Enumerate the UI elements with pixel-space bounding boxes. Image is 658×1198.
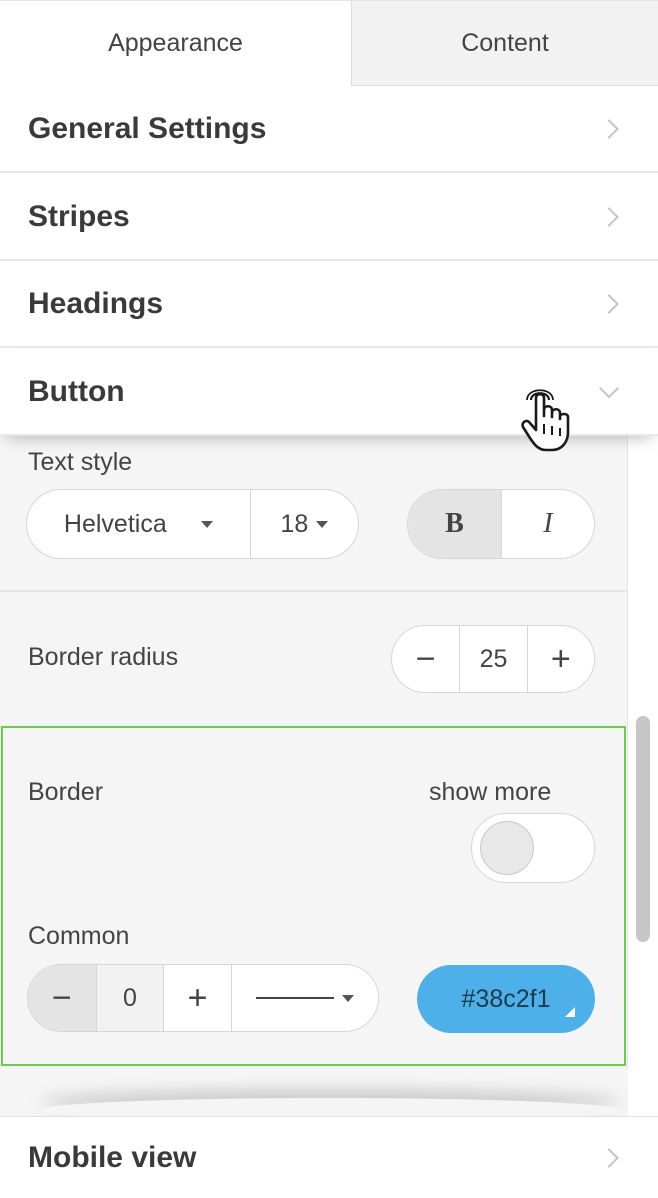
show-more-label: show more: [429, 778, 552, 806]
border-color-picker[interactable]: #38c2f1: [417, 965, 595, 1033]
common-label: Common: [28, 922, 130, 950]
section-headings[interactable]: Headings: [0, 261, 658, 348]
caret-down-icon: [200, 520, 213, 528]
show-more-toggle[interactable]: [471, 813, 595, 883]
section-label: General Settings: [28, 111, 267, 145]
divider: [0, 590, 628, 592]
border-style-select[interactable]: [230, 965, 378, 1031]
border-radius-label: Border radius: [28, 643, 179, 671]
settings-panel: Appearance Content General Settings Stri…: [0, 0, 658, 1198]
font-select-group: Helvetica 18: [26, 489, 359, 559]
border-width-value[interactable]: 0: [95, 965, 164, 1031]
text-style-label: Text style: [28, 448, 133, 476]
chevron-right-icon: [599, 293, 619, 314]
border-radius-increase-button[interactable]: +: [526, 626, 594, 692]
toggle-knob: [480, 821, 534, 875]
chevron-right-icon: [599, 1147, 619, 1168]
border-width-group: − 0 +: [27, 964, 379, 1032]
section-label: Headings: [28, 286, 164, 320]
section-label: Mobile view: [28, 1140, 197, 1174]
section-label: Stripes: [28, 199, 130, 233]
resize-corner-icon: [565, 1007, 575, 1017]
border-label: Border: [28, 778, 104, 806]
border-radius-stepper: − 25 +: [391, 625, 595, 693]
border-radius-decrease-button[interactable]: −: [392, 626, 459, 692]
section-general-settings[interactable]: General Settings: [0, 86, 658, 173]
section-stripes[interactable]: Stripes: [0, 174, 658, 261]
font-family-value: Helvetica: [63, 509, 167, 538]
font-size-value: 18: [280, 509, 309, 538]
chevron-right-icon: [599, 118, 619, 139]
border-width-decrease-button[interactable]: −: [28, 965, 96, 1031]
caret-down-icon: [341, 994, 354, 1002]
caret-down-icon: [316, 520, 329, 528]
chevron-right-icon: [599, 206, 619, 227]
border-radius-value[interactable]: 25: [459, 626, 526, 692]
tab-bar: Appearance Content: [0, 0, 658, 86]
font-family-select[interactable]: Helvetica: [27, 490, 250, 558]
tab-appearance[interactable]: Appearance: [0, 0, 352, 86]
scrollbar-thumb[interactable]: [636, 716, 650, 942]
italic-toggle[interactable]: I: [501, 490, 594, 558]
font-style-group: B I: [407, 489, 595, 559]
section-mobile-view[interactable]: Mobile view: [0, 1116, 658, 1198]
solid-line-icon: [255, 997, 334, 999]
border-color-value: #38c2f1: [461, 984, 551, 1013]
font-size-select[interactable]: 18: [249, 490, 358, 558]
border-width-increase-button[interactable]: +: [163, 965, 231, 1031]
bold-toggle[interactable]: B: [408, 490, 501, 558]
chevron-down-icon: [599, 378, 619, 398]
hand-pointer-icon: [521, 389, 570, 452]
tab-content[interactable]: Content: [352, 0, 658, 86]
section-label: Button: [28, 374, 125, 408]
